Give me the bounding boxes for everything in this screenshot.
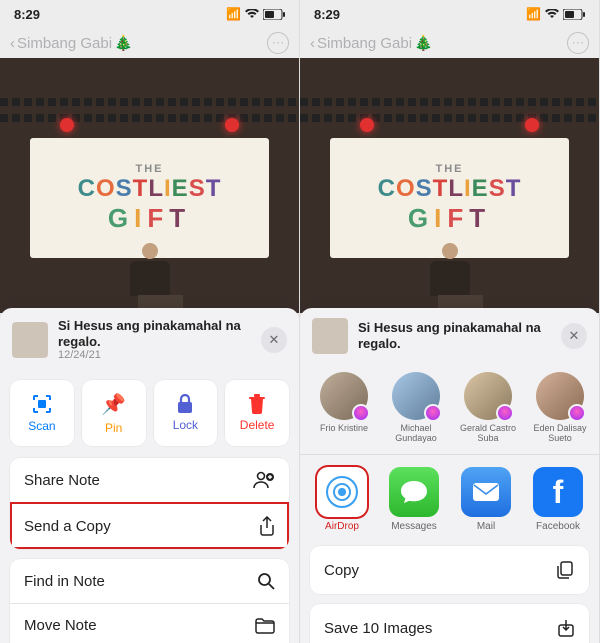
pin-icon: 📌 [101,392,126,417]
move-note-item[interactable]: Move Note [10,603,289,643]
status-bar: 8:29 📶 [0,0,299,28]
ellipsis-icon: ⋯ [272,35,285,51]
messages-icon [389,467,439,517]
contact-item[interactable]: Michael Gundayao [386,372,446,444]
contact-item[interactable]: Gerald Castro Suba [458,372,518,444]
close-button[interactable]: ✕ [261,327,287,353]
right-screenshot: 8:29 📶 ‹ Simbang Gabi 🎄 ⋯ THE COSTLIEST … [300,0,600,643]
copy-icon [555,560,575,580]
status-time: 8:29 [314,7,340,22]
battery-icon [563,9,585,20]
lock-button[interactable]: Lock [154,380,218,446]
messenger-badge-icon [352,404,370,422]
copy-item[interactable]: Copy [310,546,589,594]
chevron-left-icon: ‹ [310,35,315,52]
save-images-item[interactable]: Save 10 Images [310,604,589,643]
download-icon [557,618,575,638]
find-in-note-item[interactable]: Find in Note [10,559,289,603]
note-thumbnail [12,322,48,358]
delete-button[interactable]: Delete [225,380,289,446]
wifi-icon [245,9,259,19]
airdrop-app[interactable]: AirDrop [314,467,370,532]
more-button[interactable]: ⋯ [567,32,589,54]
note-thumbnail [312,318,348,354]
status-icons: 📶 [226,7,285,21]
airdrop-icon [326,476,358,508]
note-actions-sheet: Si Hesus ang pinakamahal na regalo. 12/2… [0,308,299,643]
contacts-row: Frio Kristine Michael Gundayao Gerald Ca… [300,364,599,455]
contact-item[interactable]: Eden Dalisay Sueto [530,372,590,444]
mail-app[interactable]: Mail [458,467,514,532]
sheet-title: Si Hesus ang pinakamahal na regalo. 12/2… [58,318,251,362]
search-icon [257,572,275,590]
signal-icon: 📶 [526,7,541,21]
share-icon [259,516,275,536]
folder-icon [255,618,275,634]
note-photo[interactable]: THE COSTLIEST GIFT [300,58,599,313]
back-button[interactable]: ‹ Simbang Gabi 🎄 [10,34,133,52]
left-screenshot: 8:29 📶 ‹ Simbang Gabi 🎄 ⋯ THE COSTLIEST … [0,0,300,643]
scan-button[interactable]: Scan [10,380,74,446]
apps-row: AirDrop Messages Mail f Facebook [300,455,599,546]
nav-bar: ‹ Simbang Gabi 🎄 ⋯ [300,28,599,58]
facebook-app[interactable]: f Facebook [530,467,586,532]
battery-icon [263,9,285,20]
lock-icon [176,394,194,414]
close-button[interactable]: ✕ [561,323,587,349]
note-photo[interactable]: THE COSTLIEST GIFT [0,58,299,313]
status-time: 8:29 [14,7,40,22]
status-bar: 8:29 📶 [300,0,599,28]
close-icon: ✕ [569,328,580,344]
contact-item[interactable]: Frio Kristine [314,372,374,444]
sheet-title: Si Hesus ang pinakamahal na regalo. [358,320,551,351]
signal-icon: 📶 [226,7,241,21]
more-button[interactable]: ⋯ [267,32,289,54]
share-note-item[interactable]: Share Note [10,458,289,502]
facebook-icon: f [533,467,583,517]
mail-icon [461,467,511,517]
messages-app[interactable]: Messages [386,467,442,532]
share-sheet: Si Hesus ang pinakamahal na regalo. ✕ Fr… [300,308,599,643]
status-icons: 📶 [526,7,585,21]
person-add-icon [253,471,275,489]
pin-button[interactable]: 📌 Pin [82,380,146,446]
trash-icon [248,394,266,414]
close-icon: ✕ [269,332,280,348]
ellipsis-icon: ⋯ [572,35,585,51]
nav-bar: ‹ Simbang Gabi 🎄 ⋯ [0,28,299,58]
scan-icon [31,393,53,415]
back-button[interactable]: ‹ Simbang Gabi 🎄 [310,34,433,52]
chevron-left-icon: ‹ [10,35,15,52]
send-copy-item[interactable]: Send a Copy [10,502,289,549]
wifi-icon [545,9,559,19]
